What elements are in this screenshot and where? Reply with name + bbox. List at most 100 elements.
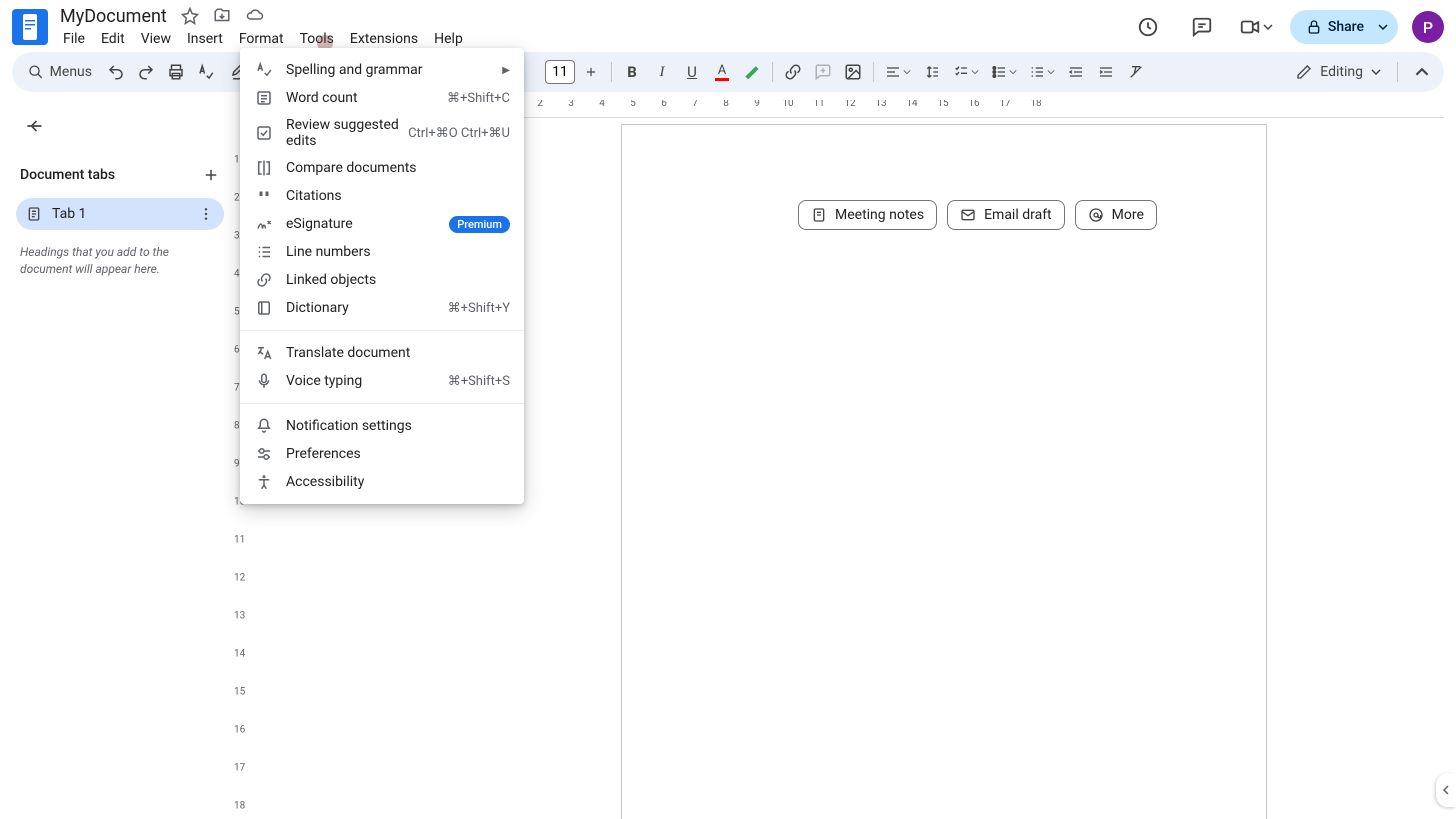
mode-switcher[interactable]: Editing (1286, 60, 1391, 84)
search-icon (28, 64, 44, 80)
menu-item-label: Citations (286, 188, 510, 204)
text-color-button[interactable]: A (708, 58, 736, 86)
linked-icon (254, 271, 274, 289)
clear-formatting-button[interactable] (1122, 58, 1150, 86)
undo-button[interactable] (102, 58, 130, 86)
star-icon[interactable] (181, 7, 199, 25)
menu-item-linked-objects[interactable]: Linked objects (240, 266, 524, 294)
align-button[interactable] (880, 58, 916, 86)
menu-item-label: Preferences (286, 446, 510, 462)
shortcut-label: ⌘+Shift+Y (448, 301, 510, 316)
email-draft-chip[interactable]: Email draft (947, 200, 1065, 230)
menu-item-review-suggested-edits[interactable]: Review suggested editsCtrl+⌘O Ctrl+⌘U (240, 112, 524, 154)
share-dropdown[interactable] (1368, 10, 1398, 44)
more-chip[interactable]: More (1075, 200, 1157, 230)
menu-item-spelling-and-grammar[interactable]: Spelling and grammar▶ (240, 56, 524, 84)
menu-item-preferences[interactable]: Preferences (240, 440, 524, 468)
highlight-button[interactable] (738, 58, 766, 86)
menu-item-compare-documents[interactable]: Compare documents (240, 154, 524, 182)
menu-edit[interactable]: Edit (94, 29, 132, 49)
menu-file[interactable]: File (56, 29, 92, 49)
menu-item-word-count[interactable]: Word count⌘+Shift+C (240, 84, 524, 112)
ruler-number: 3 (234, 231, 240, 242)
ruler-number: 1 (234, 155, 240, 166)
meet-icon[interactable] (1236, 7, 1276, 47)
italic-button[interactable]: I (648, 58, 676, 86)
sidebar-heading: Document tabs (20, 167, 115, 183)
add-comment-button[interactable] (809, 58, 837, 86)
increase-indent-button[interactable] (1092, 58, 1120, 86)
translate-icon (254, 344, 274, 362)
lock-icon (1306, 19, 1322, 35)
email-icon (960, 207, 976, 223)
menu-item-accessibility[interactable]: Accessibility (240, 468, 524, 496)
redo-button[interactable] (132, 58, 160, 86)
chip-label: More (1112, 207, 1144, 223)
bulleted-list-button[interactable] (986, 58, 1022, 86)
menu-help[interactable]: Help (427, 29, 470, 49)
prefs-icon (254, 445, 274, 463)
show-side-panel-button[interactable] (1436, 773, 1456, 807)
account-avatar[interactable]: P (1412, 11, 1444, 43)
collapse-sidebar-button[interactable] (16, 108, 52, 144)
ruler-number: 7 (692, 100, 698, 109)
insert-image-button[interactable] (839, 58, 867, 86)
add-tab-button[interactable] (202, 166, 220, 184)
decrease-indent-button[interactable] (1062, 58, 1090, 86)
ruler-number: 18 (1030, 100, 1041, 109)
meeting-notes-chip[interactable]: Meeting notes (798, 200, 937, 230)
menu-item-citations[interactable]: Citations (240, 182, 524, 210)
ruler-number: 9 (754, 100, 760, 109)
menu-insert[interactable]: Insert (180, 29, 230, 49)
checklist-button[interactable] (948, 58, 984, 86)
line-spacing-button[interactable] (918, 58, 946, 86)
menu-format[interactable]: Format (232, 29, 291, 49)
last-edit-icon[interactable] (1128, 7, 1168, 47)
menu-item-translate-document[interactable]: Translate document (240, 339, 524, 367)
outline-sidebar: Document tabs Tab 1 Headings that you ad… (0, 100, 232, 819)
menu-item-label: Word count (286, 90, 447, 106)
menu-extensions[interactable]: Extensions (343, 29, 425, 49)
menu-tools[interactable]: Tools (293, 29, 341, 49)
ruler-number: 15 (234, 687, 245, 698)
font-size-increase[interactable] (577, 58, 605, 86)
line-numbers-icon (254, 243, 274, 261)
menu-item-line-numbers[interactable]: Line numbers (240, 238, 524, 266)
print-button[interactable] (162, 58, 190, 86)
chevron-down-icon (1371, 67, 1381, 77)
menu-item-label: Compare documents (286, 160, 510, 176)
menus-search[interactable]: Menus (20, 60, 100, 84)
ruler-number: 7 (234, 383, 240, 394)
menu-item-label: Spelling and grammar (286, 62, 502, 78)
ruler-number: 9 (234, 459, 240, 470)
docs-app-icon[interactable] (12, 9, 48, 45)
move-icon[interactable] (213, 7, 231, 25)
toolbar: Menus 11 B I U A Editing (12, 52, 1444, 92)
cloud-status-icon[interactable] (245, 7, 265, 25)
menu-item-esignature[interactable]: eSignaturePremium (240, 210, 524, 238)
review-icon (254, 124, 274, 142)
numbered-list-button[interactable] (1024, 58, 1060, 86)
share-button[interactable]: Share (1290, 10, 1380, 44)
spellcheck-button[interactable] (192, 58, 220, 86)
bold-button[interactable]: B (618, 58, 646, 86)
ruler-number: 5 (630, 100, 636, 109)
menu-item-dictionary[interactable]: Dictionary⌘+Shift+Y (240, 294, 524, 322)
menu-view[interactable]: View (134, 29, 178, 49)
underline-button[interactable]: U (678, 58, 706, 86)
access-icon (254, 473, 274, 491)
hide-menus-button[interactable] (1408, 58, 1436, 86)
document-tab[interactable]: Tab 1 (16, 198, 224, 230)
menu-item-label: Linked objects (286, 272, 510, 288)
link-button[interactable] (779, 58, 807, 86)
toolbar-separator (1397, 62, 1398, 82)
document-title[interactable]: MyDocument (56, 6, 171, 27)
tab-options-button[interactable] (198, 206, 214, 222)
menu-separator (240, 330, 524, 331)
comments-icon[interactable] (1182, 7, 1222, 47)
menu-item-voice-typing[interactable]: Voice typing⌘+Shift+S (240, 367, 524, 395)
font-size-input[interactable]: 11 (545, 60, 575, 84)
outline-hint: Headings that you add to the document wi… (16, 244, 224, 278)
pencil-icon (1296, 64, 1312, 80)
menu-item-notification-settings[interactable]: Notification settings (240, 412, 524, 440)
